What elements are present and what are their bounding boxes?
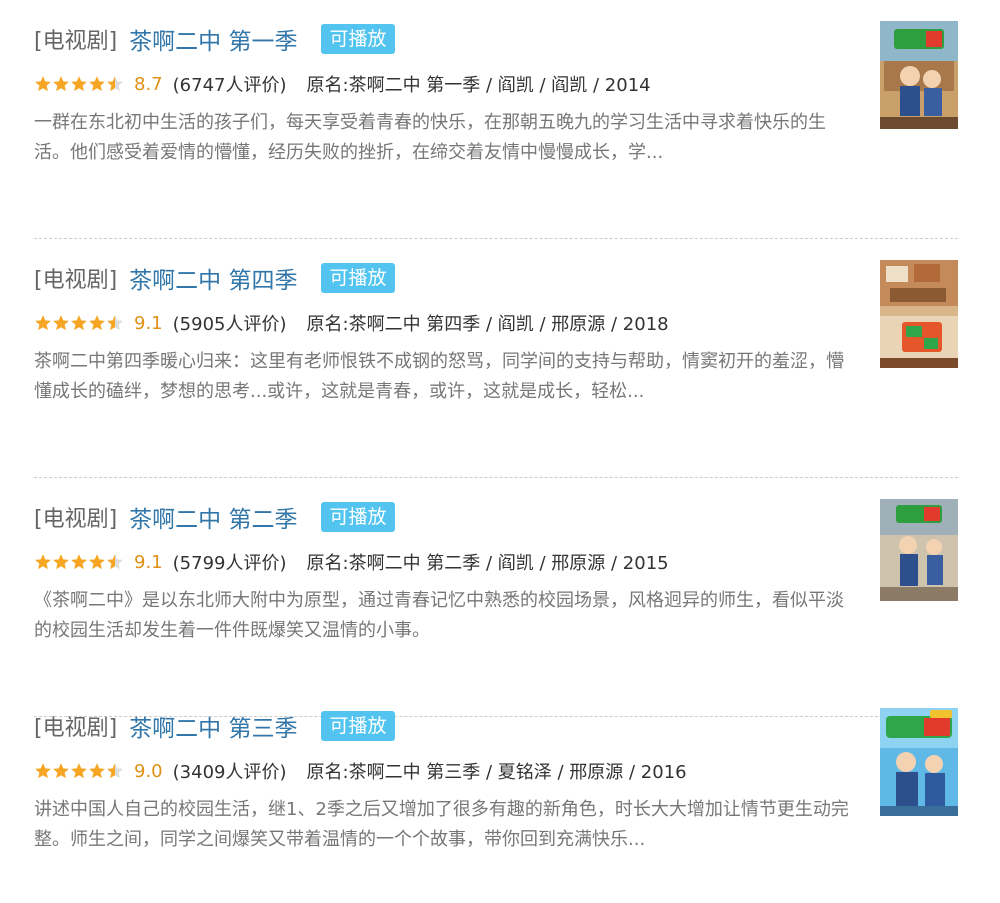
result-item: [电视剧] 茶啊二中 第三季 可播放 9.0 (3409人评价) 原名:茶啊二中… — [34, 687, 958, 903]
poster-image[interactable] — [880, 260, 958, 368]
star-rating-icon — [34, 762, 124, 780]
title-link[interactable]: 茶啊二中 第三季 — [129, 709, 297, 743]
poster-image[interactable] — [880, 499, 958, 601]
star-icon — [89, 554, 105, 570]
type-tag: [电视剧] — [34, 507, 118, 532]
rating-score: 9.0 — [134, 760, 163, 782]
description: 一群在东北初中生活的孩子们，每天享受着青春的快乐，在那朝五晚九的学习生活中寻求着… — [34, 112, 826, 163]
star-icon — [71, 315, 87, 331]
rating-row: 8.7 (6747人评价) 原名:茶啊二中 第一季 / 阎凯 / 阎凯 / 20… — [34, 70, 651, 98]
search-results-list: [电视剧] 茶啊二中 第一季 可播放 8.7 (6747人评价) 原名:茶啊二中… — [0, 0, 1000, 903]
title-row: [电视剧] 茶啊二中 第一季 可播放 — [34, 22, 395, 56]
star-icon — [107, 76, 123, 92]
rating-row: 9.1 (5799人评价) 原名:茶啊二中 第二季 / 阎凯 / 邢原源 / 2… — [34, 548, 669, 576]
star-icon — [35, 315, 51, 331]
meta-info: 原名:茶啊二中 第一季 / 阎凯 / 阎凯 / 2014 — [306, 75, 651, 96]
result-item: [电视剧] 茶啊二中 第四季 可播放 9.1 (5905人评价) 原名:茶啊二中… — [34, 239, 958, 478]
rating-count: (5799人评价) — [172, 553, 287, 574]
star-icon — [89, 315, 105, 331]
rating-row: 9.0 (3409人评价) 原名:茶啊二中 第三季 / 夏铭泽 / 邢原源 / … — [34, 757, 687, 785]
star-icon — [53, 763, 69, 779]
star-icon — [89, 763, 105, 779]
description: 《茶啊二中》是以东北师大附中为原型，通过青春记忆中熟悉的校园场景，风格迥异的师生… — [34, 590, 844, 641]
star-rating-icon — [34, 553, 124, 571]
star-icon — [107, 554, 123, 570]
title-link[interactable]: 茶啊二中 第一季 — [129, 22, 297, 56]
playable-badge[interactable]: 可播放 — [321, 711, 395, 741]
rating-score: 9.1 — [134, 551, 163, 573]
star-icon — [71, 763, 87, 779]
playable-badge[interactable]: 可播放 — [321, 502, 395, 532]
title-row: [电视剧] 茶啊二中 第四季 可播放 — [34, 261, 395, 295]
type-tag: [电视剧] — [34, 716, 118, 741]
result-item: [电视剧] 茶啊二中 第二季 可播放 9.1 (5799人评价) 原名:茶啊二中… — [34, 478, 958, 717]
star-icon — [53, 315, 69, 331]
description: 讲述中国人自己的校园生活，继1、2季之后又增加了很多有趣的新角色，时长大大增加让… — [34, 799, 849, 850]
title-link[interactable]: 茶啊二中 第二季 — [129, 500, 297, 534]
description: 茶啊二中第四季暖心归来：这里有老师恨铁不成钢的怒骂，同学间的支持与帮助，情窦初开… — [34, 351, 844, 402]
star-icon — [53, 76, 69, 92]
meta-info: 原名:茶啊二中 第二季 / 阎凯 / 邢原源 / 2015 — [306, 553, 669, 574]
playable-badge[interactable]: 可播放 — [321, 24, 395, 54]
rating-row: 9.1 (5905人评价) 原名:茶啊二中 第四季 / 阎凯 / 邢原源 / 2… — [34, 309, 669, 337]
star-rating-icon — [34, 75, 124, 93]
title-link[interactable]: 茶啊二中 第四季 — [129, 261, 297, 295]
star-icon — [35, 763, 51, 779]
type-tag: [电视剧] — [34, 268, 118, 293]
meta-info: 原名:茶啊二中 第三季 / 夏铭泽 / 邢原源 / 2016 — [306, 762, 687, 783]
star-icon — [35, 76, 51, 92]
rating-count: (3409人评价) — [172, 762, 287, 783]
poster-image[interactable] — [880, 708, 958, 816]
star-icon — [53, 554, 69, 570]
title-row: [电视剧] 茶啊二中 第三季 可播放 — [34, 709, 395, 743]
star-icon — [71, 76, 87, 92]
star-icon — [71, 554, 87, 570]
result-item: [电视剧] 茶啊二中 第一季 可播放 8.7 (6747人评价) 原名:茶啊二中… — [34, 0, 958, 239]
star-icon — [35, 554, 51, 570]
poster-image[interactable] — [880, 21, 958, 129]
rating-count: (6747人评价) — [172, 75, 287, 96]
star-rating-icon — [34, 314, 124, 332]
title-row: [电视剧] 茶啊二中 第二季 可播放 — [34, 500, 395, 534]
star-icon — [107, 315, 123, 331]
star-icon — [89, 76, 105, 92]
rating-score: 9.1 — [134, 312, 163, 334]
star-icon — [107, 763, 123, 779]
type-tag: [电视剧] — [34, 29, 118, 54]
rating-count: (5905人评价) — [172, 314, 287, 335]
rating-score: 8.7 — [134, 73, 163, 95]
meta-info: 原名:茶啊二中 第四季 / 阎凯 / 邢原源 / 2018 — [306, 314, 669, 335]
playable-badge[interactable]: 可播放 — [321, 263, 395, 293]
